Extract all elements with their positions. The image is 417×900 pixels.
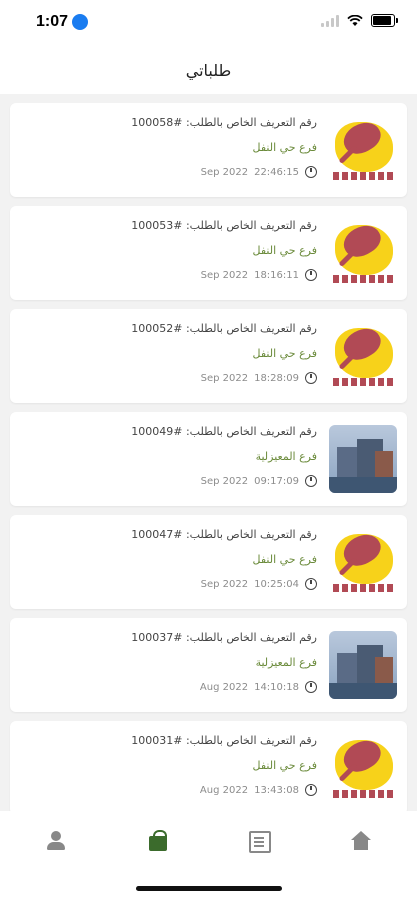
order-branch: فرع المعيزلية [255, 450, 317, 463]
order-id: رقم التعريف الخاص بالطلب: #100058 [131, 116, 317, 129]
tab-bar [0, 811, 417, 900]
order-id: رقم التعريف الخاص بالطلب: #100052 [131, 322, 317, 335]
clock-icon [305, 475, 317, 487]
tab-home[interactable] [349, 829, 373, 853]
order-id: رقم التعريف الخاص بالطلب: #100049 [131, 425, 317, 438]
restaurant-logo [329, 734, 397, 802]
branch-photo [329, 425, 397, 493]
restaurant-logo [329, 219, 397, 287]
order-datetime: Sep 2022 09:17:09 [131, 475, 317, 487]
order-info: رقم التعريف الخاص بالطلب: #100052 فرع حي … [131, 322, 317, 384]
restaurant-logo [329, 528, 397, 596]
order-branch: فرع حي النفل [252, 553, 317, 566]
order-datetime: Aug 2022 14:10:18 [131, 681, 317, 693]
home-indicator [136, 886, 282, 891]
wifi-icon [347, 14, 363, 26]
order-card[interactable]: رقم التعريف الخاص بالطلب: #100049 فرع الم… [10, 412, 407, 506]
order-time: 10:25:04 [254, 578, 299, 590]
order-card[interactable]: رقم التعريف الخاص بالطلب: #100031 فرع حي … [10, 721, 407, 815]
order-datetime: Aug 2022 13:43:08 [131, 784, 317, 796]
clock-icon [305, 372, 317, 384]
clock-icon [305, 578, 317, 590]
order-datetime: Sep 2022 22:46:15 [131, 166, 317, 178]
order-info: رقم التعريف الخاص بالطلب: #100031 فرع حي … [131, 734, 317, 796]
order-id: رقم التعريف الخاص بالطلب: #100037 [131, 631, 317, 644]
order-time: 22:46:15 [254, 166, 299, 178]
order-time: 13:43:08 [254, 784, 299, 796]
order-branch: فرع حي النفل [252, 347, 317, 360]
order-date: Aug 2022 [199, 681, 249, 693]
cellular-signal-icon [321, 14, 339, 27]
order-info: رقم التعريف الخاص بالطلب: #100053 فرع حي … [131, 219, 317, 281]
order-branch: فرع حي النفل [252, 141, 317, 154]
branch-photo [329, 631, 397, 699]
order-date: Sep 2022 [200, 166, 249, 178]
orders-list: رقم التعريف الخاص بالطلب: #100058 فرع حي … [10, 103, 407, 824]
order-branch: فرع حي النفل [252, 759, 317, 772]
order-card[interactable]: رقم التعريف الخاص بالطلب: #100058 فرع حي … [10, 103, 407, 197]
clock-icon [305, 166, 317, 178]
battery-icon [371, 14, 398, 27]
order-card[interactable]: رقم التعريف الخاص بالطلب: #100037 فرع الم… [10, 618, 407, 712]
order-time: 18:28:09 [254, 372, 299, 384]
order-branch: فرع حي النفل [252, 244, 317, 257]
order-info: رقم التعريف الخاص بالطلب: #100047 فرع حي … [131, 528, 317, 590]
order-time: 09:17:09 [254, 475, 299, 487]
clock-icon [305, 681, 317, 693]
restaurant-logo [329, 116, 397, 184]
order-info: رقم التعريف الخاص بالطلب: #100058 فرع حي … [131, 116, 317, 178]
order-id: رقم التعريف الخاص بالطلب: #100047 [131, 528, 317, 541]
order-datetime: Sep 2022 10:25:04 [131, 578, 317, 590]
order-branch: فرع المعيزلية [255, 656, 317, 669]
order-info: رقم التعريف الخاص بالطلب: #100049 فرع الم… [131, 425, 317, 487]
order-time: 18:16:11 [254, 269, 299, 281]
order-datetime: Sep 2022 18:28:09 [131, 372, 317, 384]
order-id: رقم التعريف الخاص بالطلب: #100053 [131, 219, 317, 232]
order-info: رقم التعريف الخاص بالطلب: #100037 فرع الم… [131, 631, 317, 693]
clock-icon [305, 784, 317, 796]
tab-orders[interactable] [146, 829, 170, 853]
nav-header: طلباتي [0, 46, 417, 94]
order-card[interactable]: رقم التعريف الخاص بالطلب: #100053 فرع حي … [10, 206, 407, 300]
order-date: Sep 2022 [200, 372, 249, 384]
order-card[interactable]: رقم التعريف الخاص بالطلب: #100052 فرع حي … [10, 309, 407, 403]
order-date: Sep 2022 [200, 475, 249, 487]
restaurant-logo [329, 322, 397, 390]
order-card[interactable]: رقم التعريف الخاص بالطلب: #100047 فرع حي … [10, 515, 407, 609]
order-date: Sep 2022 [200, 578, 249, 590]
tab-menu[interactable] [247, 829, 271, 853]
tab-profile[interactable] [44, 829, 68, 853]
status-indicators [321, 14, 398, 27]
order-id: رقم التعريف الخاص بالطلب: #100031 [131, 734, 317, 747]
location-arrow-icon [72, 14, 88, 30]
clock-icon [305, 269, 317, 281]
status-bar: 1:07 [0, 0, 417, 46]
order-date: Sep 2022 [200, 269, 249, 281]
order-datetime: Sep 2022 18:16:11 [131, 269, 317, 281]
order-date: Aug 2022 [199, 784, 249, 796]
order-time: 14:10:18 [254, 681, 299, 693]
page-title: طلباتي [185, 60, 232, 80]
status-time: 1:07 [36, 13, 69, 30]
